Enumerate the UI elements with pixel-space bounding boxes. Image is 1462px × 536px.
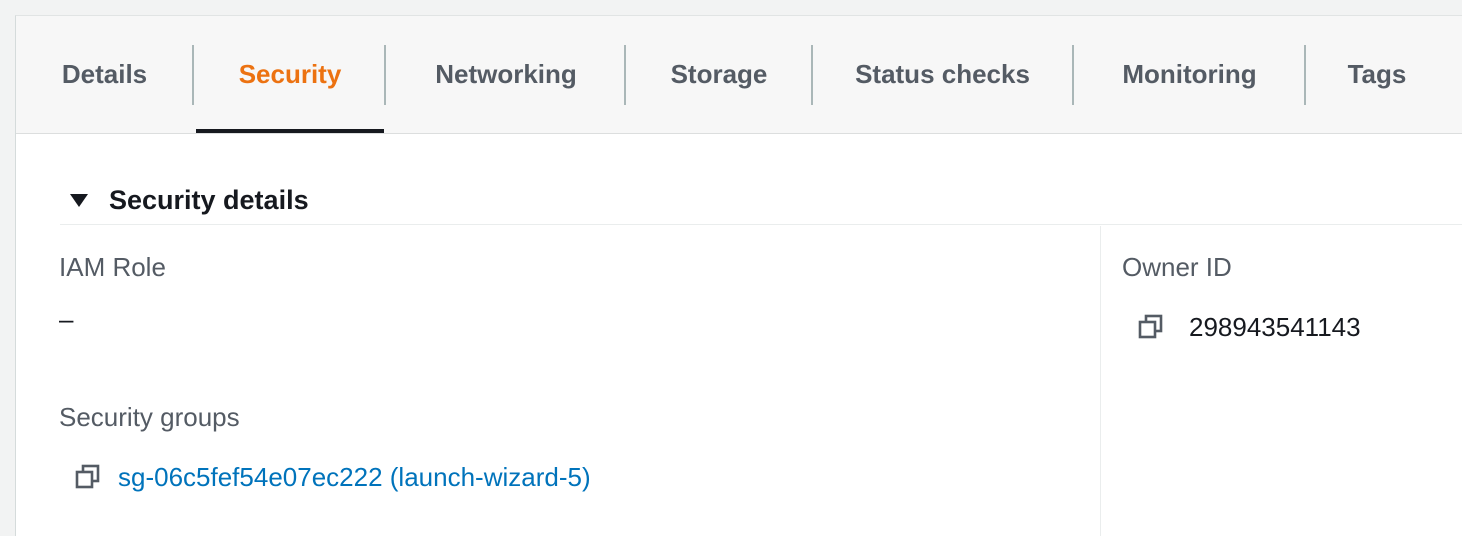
security-groups-label: Security groups: [59, 402, 240, 432]
iam-role-label: IAM Role: [59, 252, 166, 282]
tab-details[interactable]: Details: [16, 16, 193, 133]
tab-storage[interactable]: Storage: [626, 16, 812, 133]
iam-role-value: –: [59, 304, 74, 334]
tab-bar: Details Security Networking Storage Stat…: [16, 16, 1462, 134]
copy-icon[interactable]: [74, 463, 102, 491]
copy-icon[interactable]: [1137, 313, 1165, 341]
column-divider: [1100, 226, 1101, 536]
security-group-link[interactable]: sg-06c5fef54e07ec222 (launch-wizard-5): [118, 462, 591, 493]
tab-security[interactable]: Security: [196, 16, 384, 133]
tab-divider: [192, 45, 194, 105]
section-title: Security details: [109, 184, 309, 215]
owner-id-label: Owner ID: [1122, 252, 1232, 282]
security-details-header[interactable]: Security details: [60, 176, 1462, 225]
tab-networking[interactable]: Networking: [386, 16, 626, 133]
tab-monitoring[interactable]: Monitoring: [1074, 16, 1305, 133]
tab-tags[interactable]: Tags: [1306, 16, 1448, 133]
caret-down-icon: [70, 193, 88, 207]
owner-id-value: 298943541143: [1189, 312, 1361, 342]
tab-status-checks[interactable]: Status checks: [813, 16, 1072, 133]
instance-details-panel: Details Security Networking Storage Stat…: [15, 15, 1462, 536]
